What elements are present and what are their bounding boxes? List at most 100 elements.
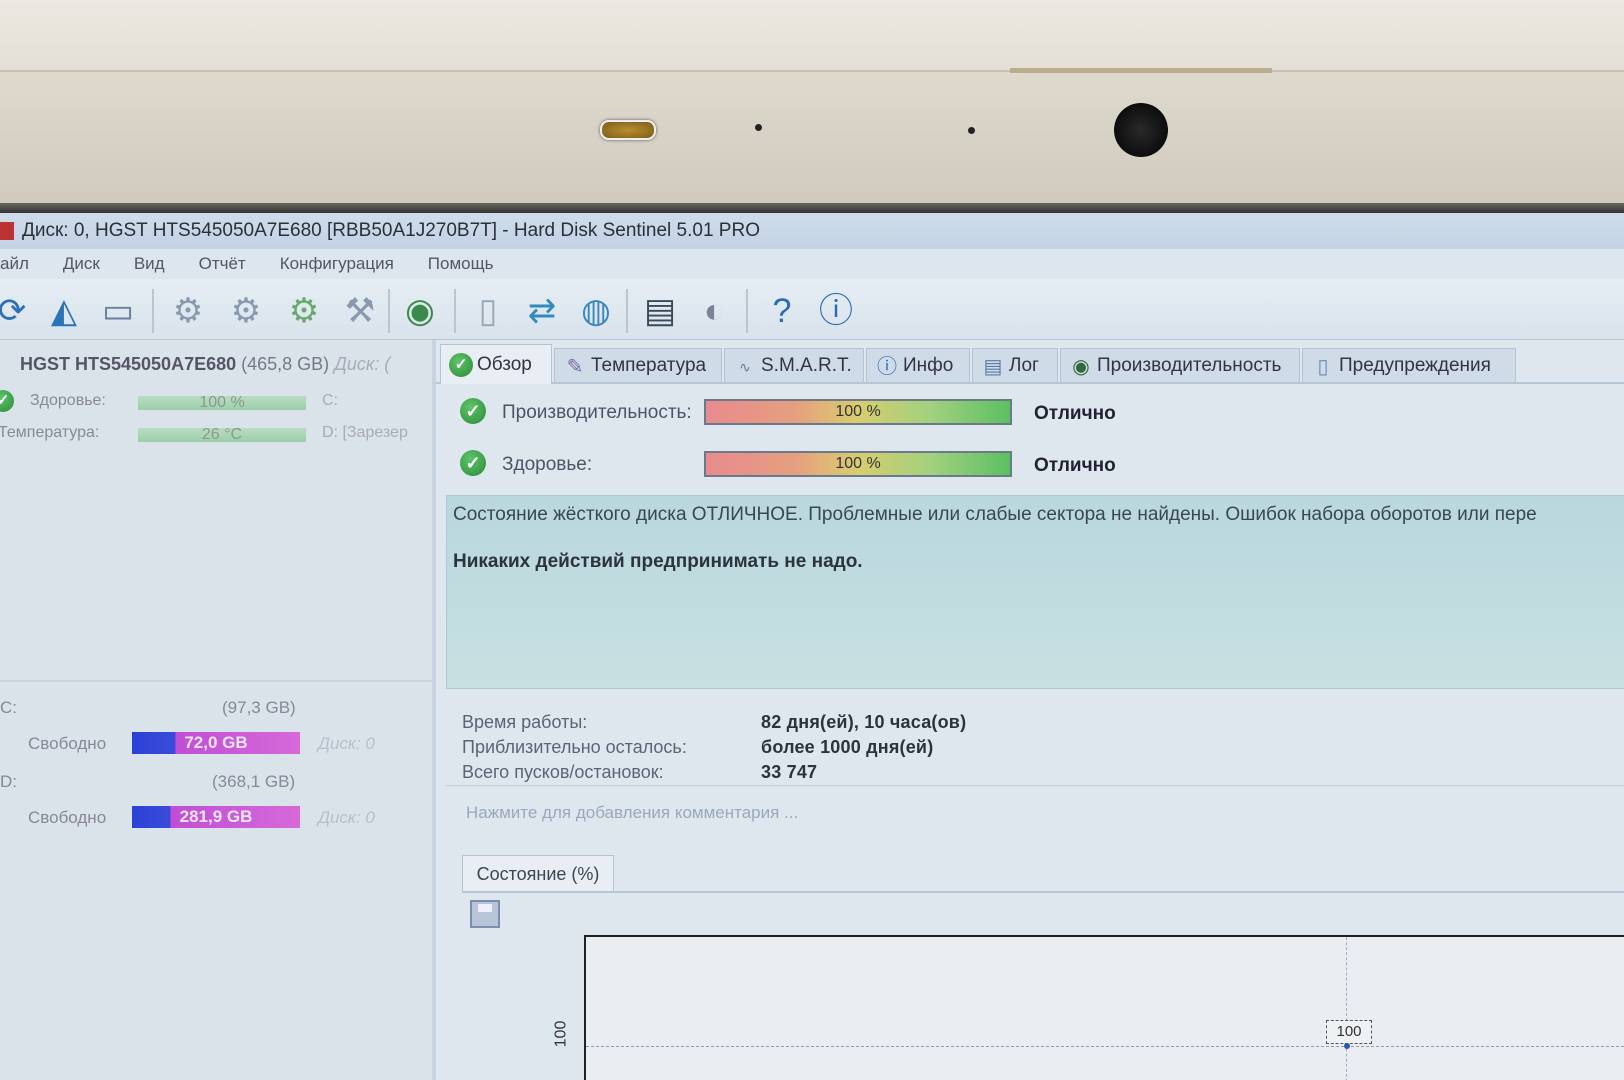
- tab-label: Производительность: [1097, 355, 1282, 376]
- gauge-icon: ◉: [1072, 356, 1090, 378]
- drive-size: (368,1 GB): [212, 772, 296, 791]
- starts-value: 33 747: [761, 762, 818, 782]
- divider: [446, 785, 1624, 786]
- chart-gridline: [1346, 937, 1347, 1080]
- check-icon: ✓: [460, 450, 486, 476]
- menu-file[interactable]: айл: [0, 254, 29, 274]
- title-bar: Диск: 0, HGST HTS545050A7E680 [RBB50A1J2…: [0, 213, 1624, 249]
- panel-divider: [0, 680, 432, 682]
- toolbar-separator: [746, 289, 748, 333]
- webcam: [1114, 103, 1168, 157]
- drive-letter: D:: [0, 772, 17, 791]
- disk-name: HGST HTS545050A7E680: [20, 354, 237, 374]
- document-icon: ▯: [1317, 356, 1329, 378]
- tab-temperature[interactable]: ✎ Температура: [554, 348, 722, 382]
- remaining-value: более 1000 дня(ей): [761, 737, 934, 757]
- tool-icon[interactable]: ⚙: [226, 291, 266, 331]
- alert-icon[interactable]: ◭: [44, 291, 84, 331]
- health-label: Здоровье:: [502, 454, 593, 475]
- refresh-icon[interactable]: ⟳: [0, 291, 32, 331]
- performance-meter: 100 %: [704, 399, 1012, 425]
- bezel-strip: [1010, 68, 1272, 73]
- menu-disk[interactable]: Диск: [63, 254, 100, 274]
- bezel-top: [0, 0, 1624, 72]
- tab-label: Инфо: [903, 355, 954, 376]
- sound-icon[interactable]: ◐: [694, 291, 734, 331]
- toolbar-separator: [626, 289, 628, 333]
- chart-icon[interactable]: ▤: [640, 291, 680, 331]
- tool-icon[interactable]: ⚒: [340, 291, 380, 331]
- tab-warnings[interactable]: ▯ Предупреждения: [1302, 348, 1516, 382]
- app-icon: [0, 222, 14, 240]
- microphone-hole: [968, 127, 975, 134]
- tab-label: Обзор: [477, 354, 532, 375]
- sync-icon[interactable]: ⇄: [522, 291, 562, 331]
- smart-icon: ∿: [739, 359, 751, 375]
- status-box: Состояние жёсткого диска ОТЛИЧНОЕ. Пробл…: [446, 495, 1624, 689]
- thermometer-icon: ✎: [566, 356, 584, 378]
- menu-report[interactable]: Отчёт: [199, 254, 246, 274]
- toolbar-separator: [152, 289, 154, 333]
- comment-input[interactable]: Нажмите для добавления комментария ...: [466, 803, 798, 823]
- check-icon: ✓: [0, 390, 14, 412]
- health-meter: 100 %: [704, 451, 1012, 477]
- tab-label: Предупреждения: [1339, 355, 1491, 376]
- free-label: Свободно: [28, 734, 107, 753]
- window-title: Диск: 0, HGST HTS545050A7E680 [RBB50A1J2…: [22, 220, 760, 241]
- status-text: Состояние жёсткого диска ОТЛИЧНОЕ. Пробл…: [453, 504, 1537, 525]
- tab-label: S.M.A.R.T.: [761, 355, 852, 376]
- tab-smart[interactable]: ∿ S.M.A.R.T.: [724, 348, 864, 382]
- uptime-value: 82 дня(ей), 10 часа(ов): [761, 712, 967, 732]
- health-chart: [584, 935, 1624, 1080]
- disk-ref: Диск: (: [334, 354, 391, 374]
- log-icon: ▤: [983, 356, 1003, 378]
- overview-panel: ✓ Обзор ✎ Температура ∿ S.M.A.R.T. ⓘ Инф…: [436, 340, 1624, 1080]
- tab-status-percent[interactable]: Состояние (%): [462, 855, 614, 892]
- tab-performance[interactable]: ◉ Производительность: [1060, 348, 1300, 382]
- network-icon[interactable]: ◍: [576, 291, 616, 331]
- uptime-label: Время работы:: [462, 712, 588, 732]
- about-icon[interactable]: ⓘ: [816, 291, 856, 331]
- document-icon[interactable]: ▯: [468, 291, 508, 331]
- chart-gridline: [586, 1046, 1624, 1047]
- menu-help[interactable]: Помощь: [428, 254, 494, 274]
- drive-letter: C:: [0, 698, 17, 717]
- tab-label: Лог: [1009, 355, 1039, 376]
- globe-icon[interactable]: ◉: [400, 291, 440, 331]
- tab-log[interactable]: ▤ Лог: [972, 348, 1058, 382]
- status-advice: Никаких действий предпринимать не надо.: [453, 551, 863, 572]
- drive-disk-ref: Диск: 0: [318, 734, 375, 753]
- temperature-label: Температура:: [0, 424, 100, 441]
- free-space-bar: 281,9 GB: [132, 806, 300, 828]
- laptop-bezel: [0, 0, 1624, 215]
- drive-disk-ref: Диск: 0: [318, 808, 375, 827]
- check-icon: ✓: [449, 353, 473, 377]
- menu-configuration[interactable]: Конфигурация: [280, 254, 394, 274]
- toolbar-separator: [388, 289, 390, 333]
- tool-icon[interactable]: ⚙: [168, 291, 208, 331]
- disk-report-icon[interactable]: ▭: [98, 291, 138, 331]
- indicator-led: [600, 120, 656, 140]
- subtab-underline: [462, 891, 1624, 893]
- save-icon[interactable]: [470, 900, 500, 928]
- temperature-drive: D: [Зарезер: [322, 424, 408, 441]
- health-bar: 100 %: [138, 395, 306, 411]
- tool-icon[interactable]: ⚙: [284, 291, 324, 331]
- toolbar-separator: [454, 289, 456, 333]
- performance-label: Производительность:: [502, 402, 692, 423]
- point-label: 100: [1326, 1020, 1372, 1044]
- health-drive: C:: [322, 392, 338, 409]
- drive-size: (97,3 GB): [222, 698, 296, 717]
- chart-point: [1344, 1043, 1350, 1049]
- help-icon[interactable]: ?: [762, 291, 802, 331]
- toolbar: ⟳ ◭ ▭ ⚙ ⚙ ⚙ ⚒ ◉ ▯ ⇄ ◍ ▤ ◐ ? ⓘ: [0, 279, 1624, 340]
- health-status: Отлично: [1034, 455, 1116, 476]
- tab-overview[interactable]: ✓ Обзор: [440, 344, 552, 384]
- free-space-bar: 72,0 GB: [132, 732, 300, 754]
- tab-info[interactable]: ⓘ Инфо: [866, 348, 970, 382]
- check-icon: ✓: [460, 398, 486, 424]
- menu-view[interactable]: Вид: [134, 254, 165, 274]
- disk-entry[interactable]: HGST HTS545050A7E680 (465,8 GB) Диск: (: [20, 354, 390, 375]
- starts-label: Всего пусков/остановок:: [462, 762, 664, 782]
- health-label: Здоровье:: [30, 392, 106, 409]
